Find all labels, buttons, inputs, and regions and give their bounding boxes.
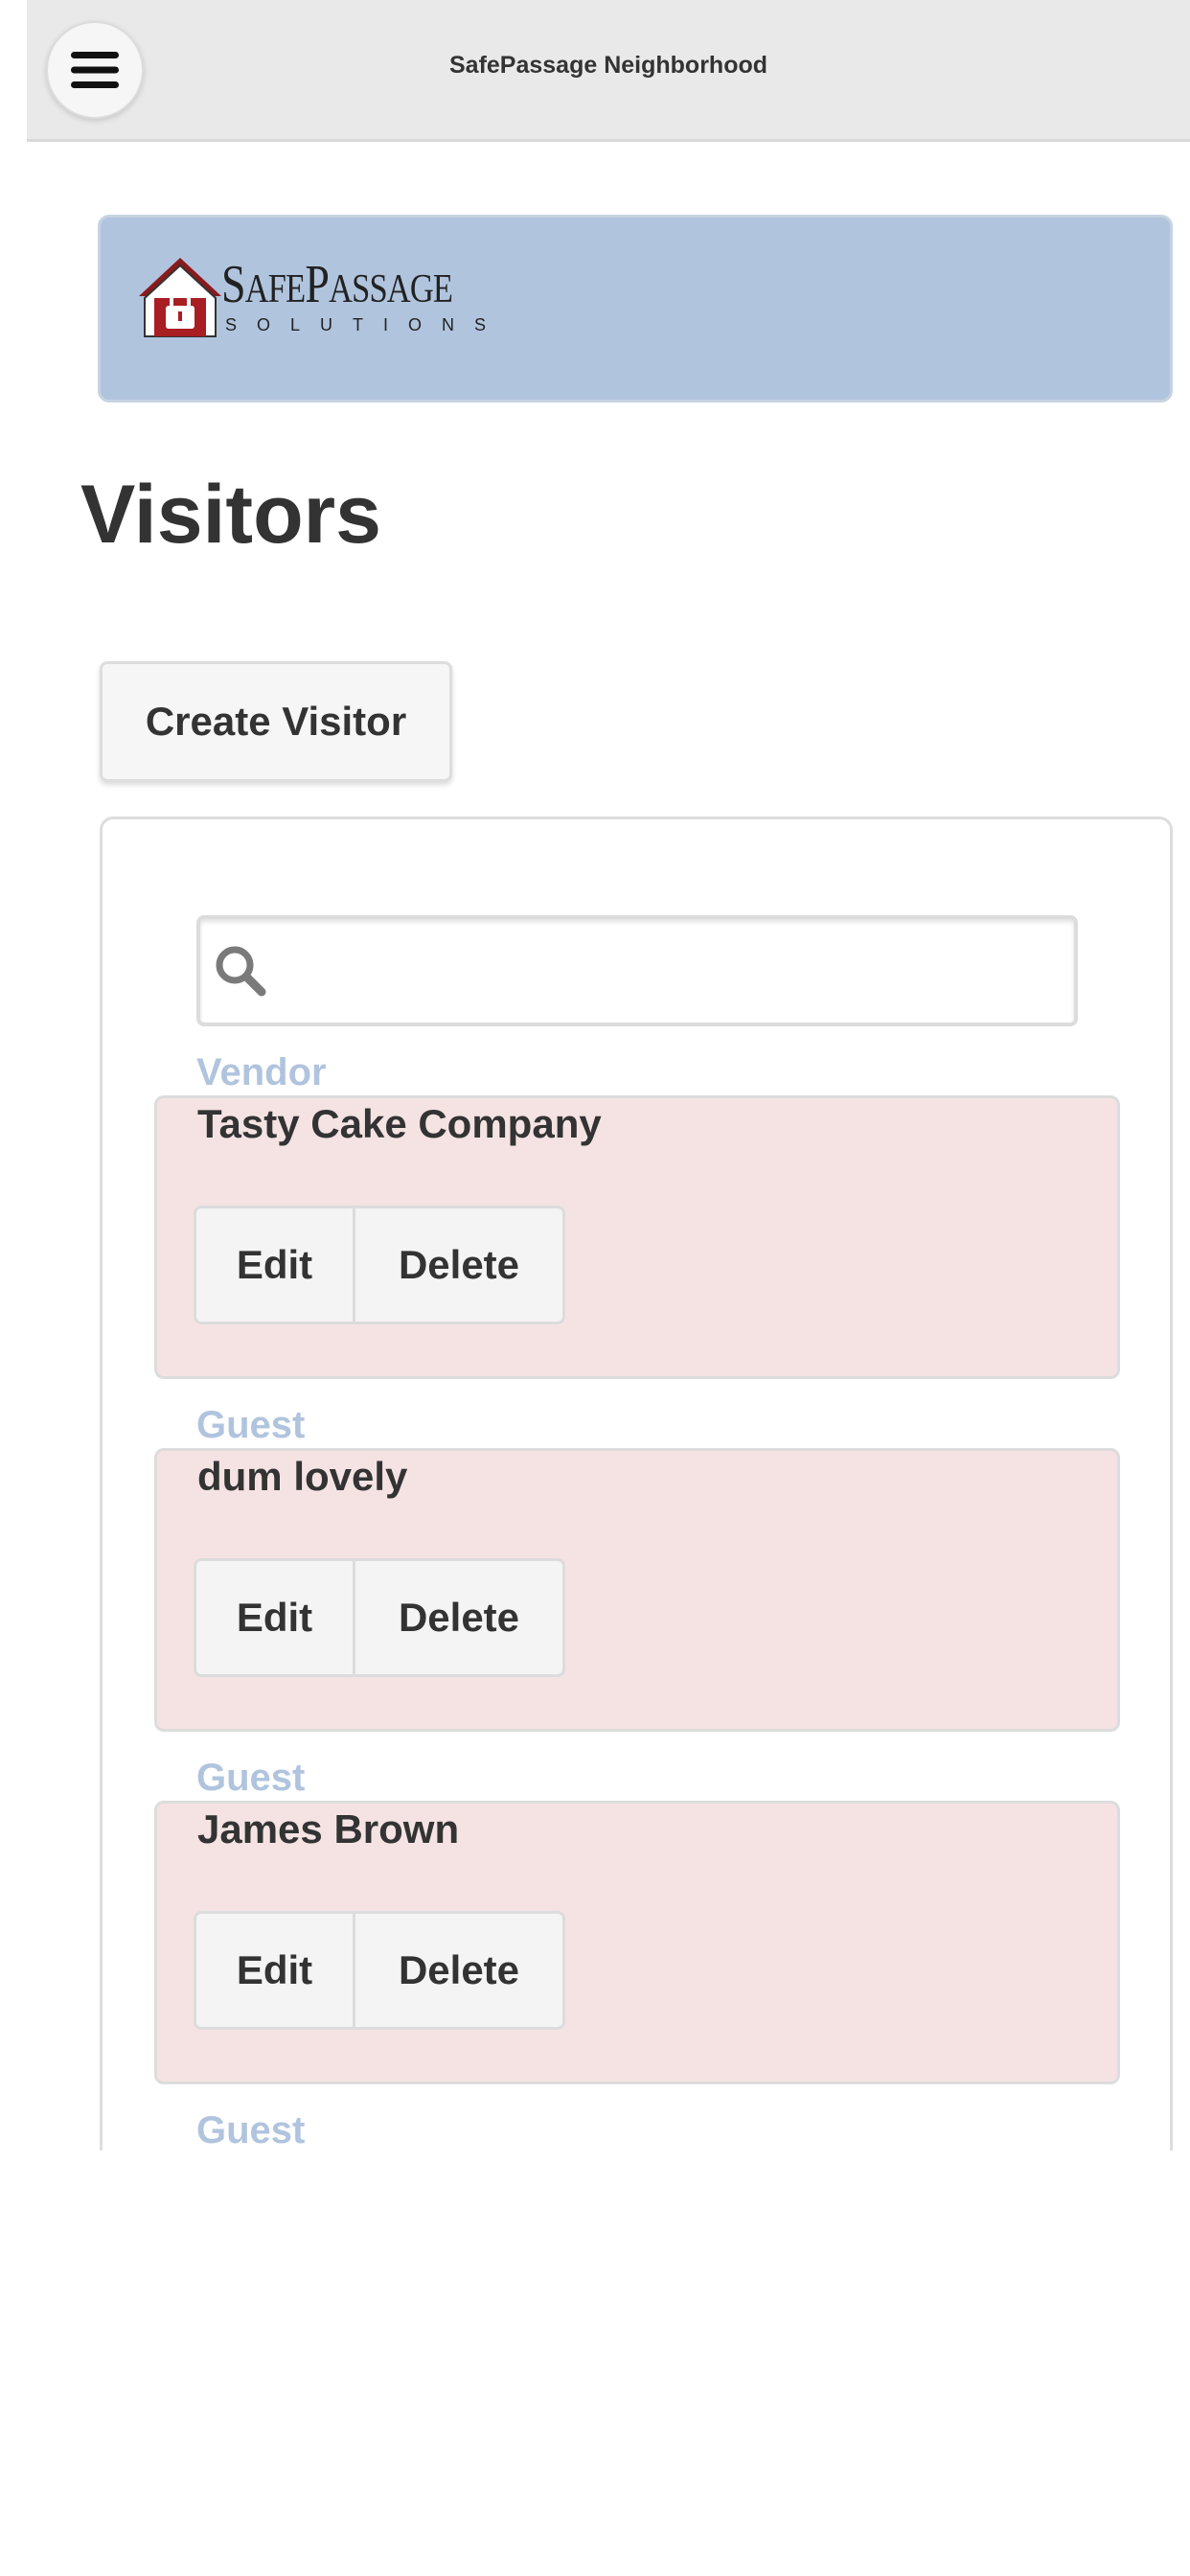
logo-wordmark: SAFEPASSAGE	[221, 255, 453, 314]
page-margin	[0, 0, 27, 2576]
delete-button[interactable]: Delete	[355, 1208, 562, 1322]
search-input[interactable]	[196, 915, 1078, 1026]
header-title: SafePassage Neighborhood	[448, 52, 768, 79]
edit-button[interactable]: Edit	[196, 1561, 355, 1674]
visitor-type-label: Guest	[196, 1757, 306, 1799]
edit-button[interactable]: Edit	[196, 1914, 355, 2027]
visitor-card: dum lovely Edit Delete	[154, 1448, 1120, 1732]
logo-subtitle: SOLUTIONS	[225, 315, 507, 334]
visitor-actions: Edit Delete	[194, 1558, 565, 1677]
visitor-type-label: Vendor	[196, 1051, 327, 1093]
search-icon	[216, 946, 266, 997]
visitor-card: James Brown Edit Delete	[154, 1801, 1120, 2084]
visitor-type-label: Guest	[196, 1404, 306, 1446]
logo-banner: SAFEPASSAGE SOLUTIONS	[98, 215, 1173, 402]
create-visitor-button[interactable]: Create Visitor	[100, 661, 452, 782]
visitor-card: Tasty Cake Company Edit Delete	[154, 1095, 1120, 1379]
visitor-name: Tasty Cake Company	[197, 1100, 602, 1149]
visitor-type-label: Guest	[196, 2109, 306, 2150]
app-header: SafePassage Neighborhood	[27, 0, 1190, 142]
visitor-name: James Brown	[197, 1806, 460, 1854]
delete-button[interactable]: Delete	[355, 1914, 562, 2027]
visitor-name: dum lovely	[197, 1453, 408, 1502]
visitor-actions: Edit Delete	[194, 1911, 565, 2030]
house-lock-icon	[139, 258, 221, 337]
visitor-list-panel: Vendor Tasty Cake Company Edit Delete Gu…	[100, 816, 1173, 2150]
edit-button[interactable]: Edit	[196, 1208, 355, 1322]
delete-button[interactable]: Delete	[355, 1561, 562, 1674]
page-title: Visitors	[80, 469, 381, 561]
company-logo: SAFEPASSAGE SOLUTIONS	[137, 254, 486, 350]
visitor-actions: Edit Delete	[194, 1206, 565, 1324]
